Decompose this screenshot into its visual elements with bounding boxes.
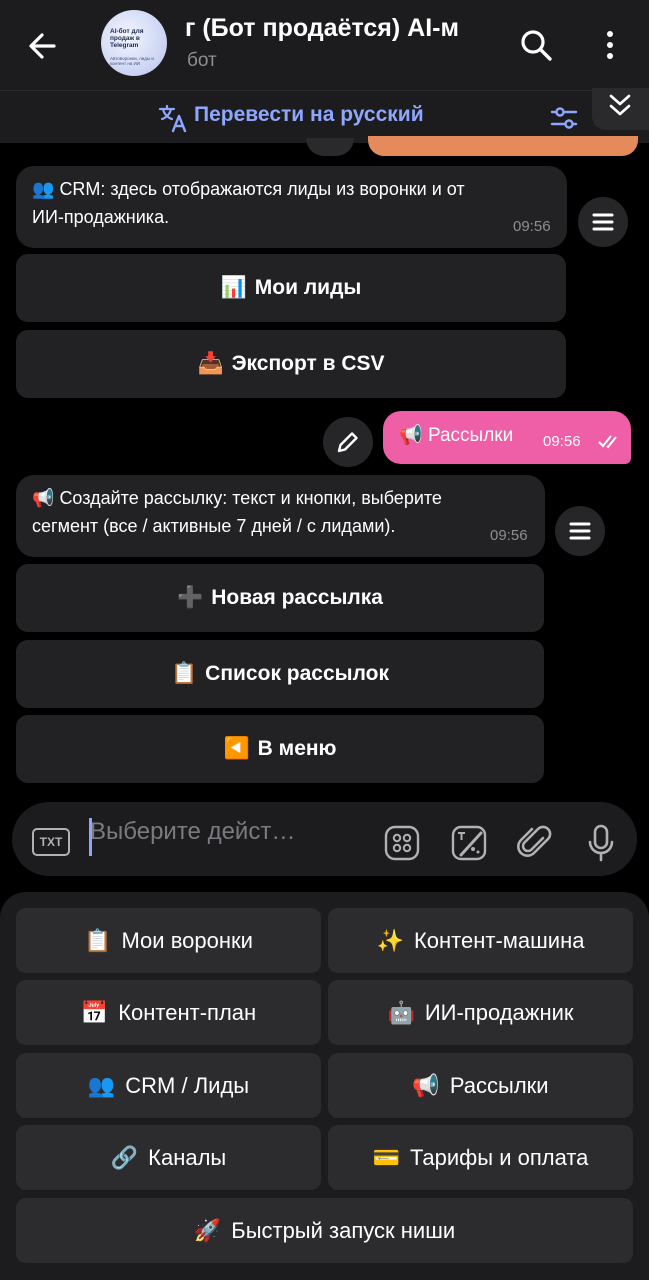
- menu-lines-icon[interactable]: [555, 506, 605, 556]
- sparkles-icon: ✨: [376, 927, 404, 953]
- keyboard-button-ai-seller[interactable]: 🤖 ИИ-продажник: [328, 980, 633, 1045]
- clipboard-icon: 📋: [171, 662, 198, 685]
- back-arrow-icon[interactable]: [24, 26, 64, 66]
- txt-icon[interactable]: TXT: [32, 828, 70, 856]
- calendar-icon: 📅: [80, 999, 109, 1025]
- menu-lines-icon[interactable]: [578, 197, 628, 247]
- message-text: CRM: здесь отображаются лиды из воронки …: [59, 179, 465, 199]
- rocket-icon: 🚀: [193, 1217, 222, 1243]
- search-icon[interactable]: [518, 27, 554, 63]
- keyboard-button-crm-leads[interactable]: 👥 CRM / Лиды: [16, 1053, 321, 1118]
- credit-card-icon: 💳: [372, 1144, 400, 1170]
- incoming-message: 📢 Создайте рассылку: текст и кнопки, выб…: [16, 475, 545, 557]
- message-text: Создайте рассылку: текст и кнопки, выбер…: [59, 488, 442, 508]
- inline-button-to-menu[interactable]: ◀️ В меню: [16, 715, 544, 783]
- avatar-subtitle: Автоворонки, лиды и контент на ИИ: [110, 56, 154, 66]
- previous-message-edge: [306, 138, 354, 156]
- keyboard-button-content-plan[interactable]: 📅 Контент-план: [16, 980, 321, 1045]
- message-text: ИИ-продажника.: [32, 207, 170, 227]
- filter-settings-icon[interactable]: [549, 104, 579, 132]
- keyboard-button-content-machine[interactable]: ✨ Контент-машина: [328, 908, 633, 973]
- chat-subtitle: бот: [187, 50, 217, 71]
- translate-icon: [158, 103, 188, 133]
- back-triangle-icon: ◀️: [223, 737, 250, 760]
- message-text: сегмент (все / активные 7 дней / с лидам…: [32, 516, 396, 536]
- message-input[interactable]: Выберите дейст…: [90, 818, 295, 846]
- more-vertical-icon[interactable]: [600, 27, 620, 63]
- chevron-double-down-icon[interactable]: [592, 88, 649, 130]
- mic-icon[interactable]: [586, 823, 616, 868]
- inline-button-my-leads[interactable]: 📊 Мои лиды: [16, 254, 566, 322]
- attach-icon[interactable]: [517, 824, 553, 867]
- keyboard-button-my-funnels[interactable]: 📋 Мои воронки: [16, 908, 321, 973]
- inline-button-mailing-list[interactable]: 📋 Список рассылок: [16, 640, 544, 708]
- previous-message-edge: [368, 136, 638, 156]
- link-icon: 🔗: [110, 1144, 139, 1170]
- megaphone-icon: 📢: [32, 488, 55, 508]
- clipboard-icon: 📋: [84, 927, 112, 953]
- people-icon: 👥: [32, 179, 55, 199]
- inline-button-export-csv[interactable]: 📥 Экспорт в CSV: [16, 330, 566, 398]
- message-text: Рассылки: [427, 425, 514, 446]
- chart-icon: 📊: [220, 276, 247, 299]
- people-icon: 👥: [87, 1072, 116, 1098]
- avatar[interactable]: AI-бот для продаж в Telegram Автоворонки…: [101, 10, 167, 76]
- grid-icon[interactable]: [384, 825, 420, 866]
- keyboard-button-quick-launch[interactable]: 🚀 Быстрый запуск ниши: [16, 1198, 633, 1263]
- plus-icon: ➕: [177, 586, 204, 609]
- megaphone-icon: 📢: [399, 425, 423, 446]
- message-time: 09:56: [490, 527, 528, 544]
- translate-label[interactable]: Перевести на русский: [194, 103, 424, 127]
- avatar-title: AI-бот для продаж в Telegram: [110, 28, 144, 49]
- sticker-icon[interactable]: [451, 825, 487, 866]
- keyboard-button-channels[interactable]: 🔗 Каналы: [16, 1125, 321, 1190]
- inbox-tray-icon: 📥: [197, 352, 224, 375]
- robot-icon: 🤖: [387, 999, 415, 1025]
- inline-button-new-mailing[interactable]: ➕ Новая рассылка: [16, 564, 544, 632]
- chat-title[interactable]: г (Бот продаётся) AI-м: [185, 14, 505, 50]
- keyboard-button-mailings[interactable]: 📢 Рассылки: [328, 1053, 633, 1118]
- message-time: 09:56: [513, 218, 551, 235]
- outgoing-message: 📢 Рассылки 09:56: [383, 411, 631, 464]
- keyboard-button-tariffs[interactable]: 💳 Тарифы и оплата: [328, 1125, 633, 1190]
- edit-pencil-icon[interactable]: [323, 417, 373, 467]
- read-check-icon: [597, 433, 619, 456]
- megaphone-icon: 📢: [412, 1072, 440, 1098]
- message-time: 09:56: [543, 433, 581, 450]
- incoming-message: 👥 CRM: здесь отображаются лиды из воронк…: [16, 166, 567, 248]
